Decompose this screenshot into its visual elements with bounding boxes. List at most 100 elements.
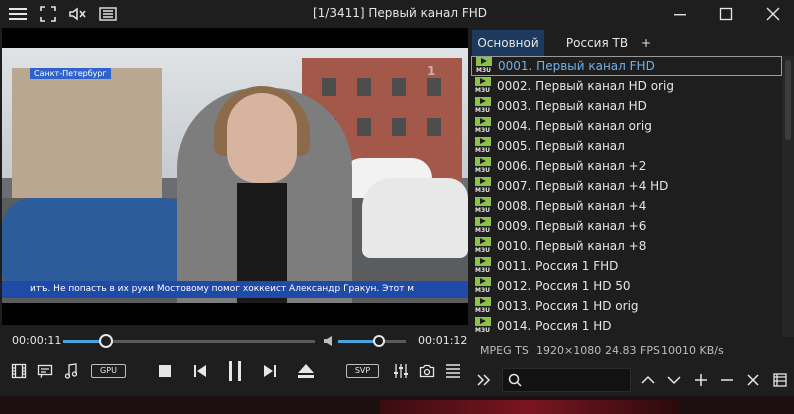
menu-icon[interactable]: [8, 5, 28, 23]
window-title: [1/3411] Первый канал FHD: [312, 6, 488, 20]
stop-button[interactable]: [157, 363, 173, 379]
move-down-icon[interactable]: [666, 372, 682, 388]
fullscreen-icon[interactable]: [38, 5, 58, 23]
total-time: 00:01:12: [418, 334, 468, 347]
playlist-item[interactable]: M3U 0004. Первый канал orig: [471, 116, 782, 136]
pause-button[interactable]: [225, 360, 245, 382]
screenshot-camera-icon[interactable]: [418, 362, 436, 380]
playlist-item[interactable]: M3U 0002. Первый канал HD orig: [471, 76, 782, 96]
playlist-item-label: 0006. Первый канал +2: [497, 159, 647, 173]
playlist-item-label: 0002. Первый канал HD orig: [497, 79, 674, 93]
playlist-item[interactable]: M3U 0014. Россия 1 HD: [471, 316, 782, 336]
playlist-item[interactable]: M3U 0006. Первый канал +2: [471, 156, 782, 176]
playlist-item[interactable]: M3U 0005. Первый канал: [471, 136, 782, 156]
playlist-item-label: 0001. Первый канал FHD: [498, 59, 655, 73]
minimize-button[interactable]: [665, 4, 695, 24]
remove-icon[interactable]: [719, 372, 735, 388]
playlist-toggle-icon[interactable]: [98, 5, 118, 23]
close-button[interactable]: [758, 4, 788, 24]
m3u-file-icon: M3U: [475, 157, 493, 175]
eject-button[interactable]: [297, 363, 315, 379]
stream-bitrate: 10010 KB/s: [661, 344, 724, 357]
tab-rossiya-tv[interactable]: Россия ТВ: [551, 30, 643, 56]
search-input[interactable]: [502, 368, 631, 392]
playlist-item[interactable]: M3U 0003. Первый канал HD: [471, 96, 782, 116]
stream-resolution: 1920×1080: [536, 344, 602, 357]
move-up-icon[interactable]: [640, 372, 656, 388]
channel-logo-icon: 1: [427, 64, 436, 78]
video-letterbox-bottom: [2, 303, 468, 325]
gpu-button[interactable]: GPU: [91, 364, 126, 378]
m3u-file-icon: M3U: [475, 117, 493, 135]
tab-osnovnoy[interactable]: Основной: [472, 30, 544, 56]
m3u-file-icon: M3U: [475, 237, 493, 255]
seek-handle[interactable]: [98, 334, 113, 348]
playlist-item[interactable]: M3U 0008. Первый канал +4: [471, 196, 782, 216]
playlist-item-label: 0010. Первый канал +8: [497, 239, 647, 253]
equalizer-icon[interactable]: [392, 362, 410, 380]
playlist-item-label: 0008. Первый канал +4: [497, 199, 647, 213]
playlist-toolbar: [471, 364, 794, 396]
video-person-face: [227, 93, 297, 183]
add-tab-button[interactable]: +: [636, 30, 656, 56]
add-icon[interactable]: [693, 372, 709, 388]
playlist-item-label: 0003. Первый канал HD: [497, 99, 647, 113]
m3u-file-icon: M3U: [475, 77, 493, 95]
playlist: M3U 0001. Первый канал FHD M3U 0002. Первый…: [471, 56, 782, 337]
footer-glow: [380, 400, 680, 414]
playlist-item[interactable]: M3U 0013. Россия 1 HD orig: [471, 296, 782, 316]
film-icon[interactable]: [10, 362, 28, 380]
playlist-item-label: 0007. Первый канал +4 HD: [497, 179, 669, 193]
maximize-button[interactable]: [711, 4, 741, 24]
video-building-left: [12, 68, 162, 198]
playlist-item-label: 0013. Россия 1 HD orig: [497, 299, 639, 313]
current-time: 00:00:11: [12, 334, 62, 347]
clear-icon[interactable]: [745, 372, 761, 388]
playlist-item-label: 0004. Первый канал orig: [497, 119, 652, 133]
m3u-file-icon: M3U: [475, 137, 493, 155]
stream-format: MPEG TS: [480, 344, 529, 357]
playlist-item[interactable]: M3U 0001. Первый канал FHD: [471, 56, 782, 76]
m3u-file-icon: M3U: [475, 257, 493, 275]
playlist-item-label: 0014. Россия 1 HD: [497, 319, 612, 333]
volume-handle[interactable]: [372, 335, 385, 347]
subtitles-icon[interactable]: [36, 362, 54, 380]
previous-button[interactable]: [192, 363, 208, 379]
playlist-tabs: Основной Россия ТВ +: [471, 28, 794, 56]
m3u-file-icon: M3U: [475, 197, 493, 215]
search-icon: [507, 372, 523, 388]
playlist-item[interactable]: M3U 0007. Первый канал +4 HD: [471, 176, 782, 196]
m3u-file-icon: M3U: [475, 217, 493, 235]
playlist-item-label: 0011. Россия 1 FHD: [497, 259, 619, 273]
playlist-icon[interactable]: [444, 362, 462, 380]
audio-output-icon[interactable]: [68, 5, 88, 23]
svp-button[interactable]: SVP: [346, 364, 379, 378]
video-letterbox-top: [2, 28, 468, 48]
video-frame[interactable]: 1 Санкт-Петербург итъ. Не попасть в их р…: [2, 48, 468, 303]
music-note-icon[interactable]: [62, 362, 80, 380]
title-bar: [1/3411] Первый канал FHD: [0, 0, 794, 28]
playlist-item[interactable]: M3U 0012. Россия 1 HD 50: [471, 276, 782, 296]
save-icon[interactable]: [772, 372, 788, 388]
playlist-item-label: 0012. Россия 1 HD 50: [497, 279, 631, 293]
m3u-file-icon: M3U: [475, 97, 493, 115]
m3u-file-icon: M3U: [475, 277, 493, 295]
volume-icon[interactable]: [322, 334, 336, 348]
playlist-item[interactable]: M3U 0011. Россия 1 FHD: [471, 256, 782, 276]
playlist-item-label: 0009. Первый канал +6: [497, 219, 647, 233]
stream-fps: 24.83 FPS: [605, 344, 660, 357]
stream-info: MPEG TS 1920×1080 24.83 FPS 10010 KB/s: [471, 340, 794, 362]
m3u-file-icon: M3U: [475, 297, 493, 315]
playlist-item[interactable]: M3U 0010. Первый канал +8: [471, 236, 782, 256]
video-white-car: [362, 178, 468, 258]
m3u-file-icon: M3U: [475, 177, 493, 195]
m3u-file-icon: M3U: [475, 317, 493, 335]
double-chevron-right-icon[interactable]: [476, 372, 492, 388]
next-button[interactable]: [262, 363, 278, 379]
scrollbar-thumb[interactable]: [785, 60, 791, 140]
location-label: Санкт-Петербург: [30, 68, 111, 79]
m3u-file-icon: M3U: [476, 57, 494, 75]
playlist-scrollbar[interactable]: [782, 56, 794, 337]
playlist-item[interactable]: M3U 0009. Первый канал +6: [471, 216, 782, 236]
player-window: [1/3411] Первый канал FHD 1 Санкт-Петерб…: [0, 0, 794, 414]
